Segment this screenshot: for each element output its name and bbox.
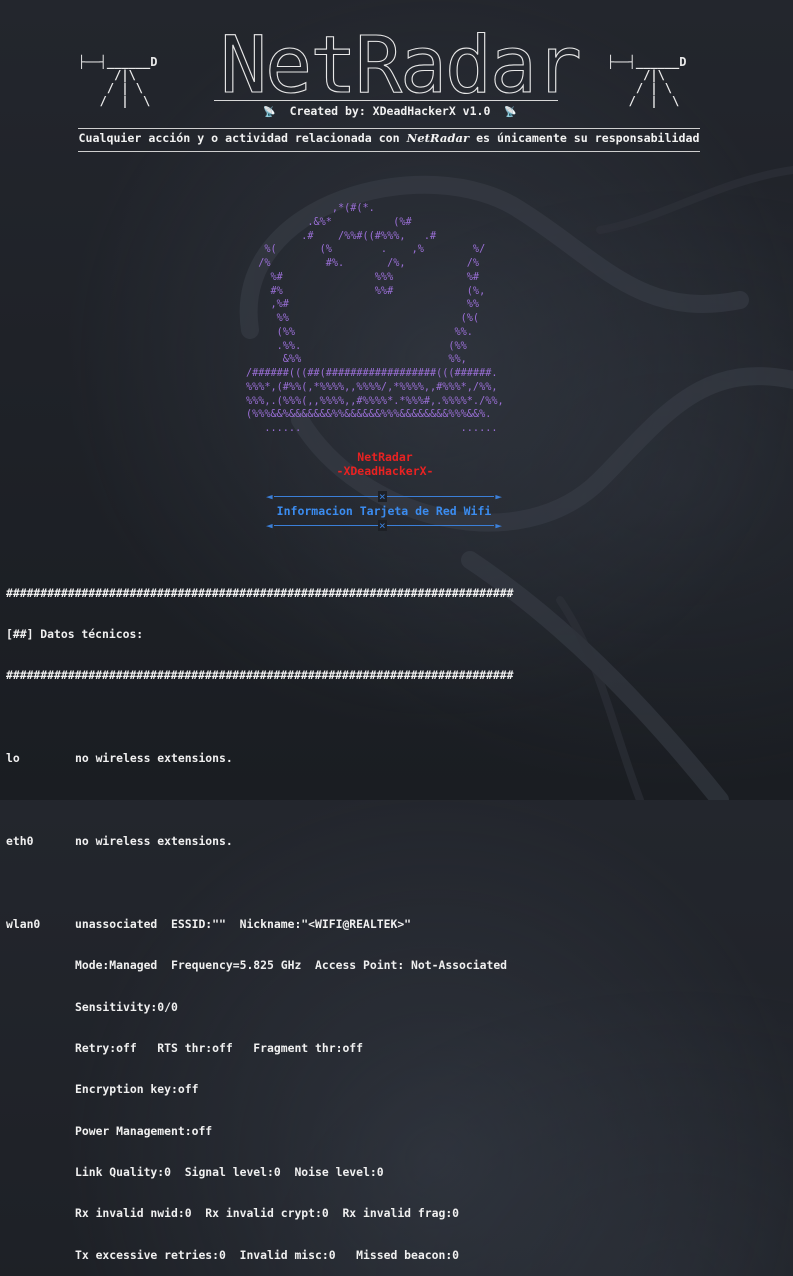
arrow-right-icon: ► <box>495 490 502 503</box>
cross-icon: × <box>378 490 387 503</box>
wlan0-detail: Mode:Managed Frequency=5.825 GHz Access … <box>6 958 786 973</box>
iface-row-eth0: eth0 no wireless extensions. <box>6 833 786 849</box>
wlan0-line: Rx invalid nwid:0 Rx invalid crypt:0 Rx … <box>75 1206 460 1221</box>
radar-ascii-art: ,*(#(*. .&%* (%# .# /%%#((#%%%, .# %( (%… <box>246 203 504 434</box>
info-title: Informacion Tarjeta de Red Wifi <box>276 504 492 518</box>
disclaimer-prefix: Cualquier acción y o actividad relaciona… <box>78 131 407 145</box>
section-title: [##] Datos técnicos: <box>6 626 144 641</box>
wlan0-detail: Link Quality:0 Signal level:0 Noise leve… <box>6 1165 786 1180</box>
logo-text: NetRadar <box>220 21 580 98</box>
wlan0-detail: Encryption key:off <box>6 1082 786 1097</box>
arrow-right-icon: ► <box>495 519 502 532</box>
wlan0-line: Link Quality:0 Signal level:0 Noise leve… <box>75 1165 384 1180</box>
wlan0-line: Sensitivity:0/0 <box>75 999 178 1014</box>
wlan0-line: Tx excessive retries:0 Invalid misc:0 Mi… <box>75 1247 460 1262</box>
wlan0-line: Power Management:off <box>75 1123 213 1138</box>
divider <box>78 151 700 152</box>
wlan0-line: Retry:off RTS thr:off Fragment thr:off <box>75 1040 364 1055</box>
created-by-line: 📡 Created by: XDeadHackerX v1.0 📡 <box>220 104 560 118</box>
antenna-tower-icon: ├──┤______D /|\ / | \ / | \ <box>607 55 687 108</box>
iface-row-lo: lo no wireless extensions. <box>6 751 786 766</box>
iface-name: eth0 <box>6 833 34 848</box>
disclaimer-brand: NetRadar <box>406 131 470 145</box>
wlan0-detail: Retry:off RTS thr:off Fragment thr:off <box>6 1040 786 1056</box>
iface-row-wlan0: wlan0 unassociated ESSID:"" Nickname:"<WI… <box>6 916 786 932</box>
netradar-logo: NetRadar <box>210 14 590 98</box>
logo-underline <box>214 100 558 101</box>
created-by-text: Created by: XDeadHackerX v1.0 <box>289 104 491 118</box>
separator-line: ########################################… <box>6 585 514 600</box>
antenna-tower-left: ├──┤______D /|\ / | \ / | \ <box>78 56 157 108</box>
wlan0-line: Mode:Managed Frequency=5.825 GHz Access … <box>75 958 508 973</box>
antenna-tower-right: ├──┤______D /|\ / | \ / | \ <box>607 56 686 108</box>
wlan0-line: unassociated ESSID:"" Nickname:"<WIFI@RE… <box>75 916 412 931</box>
satellite-icon: 📡 <box>263 107 276 118</box>
divider <box>78 128 700 129</box>
brand-author: -XDeadHackerX- <box>336 464 434 478</box>
terminal-output: ########################################… <box>6 559 786 1276</box>
wlan0-line: Encryption key:off <box>75 1082 199 1097</box>
separator-line: ########################################… <box>6 668 514 683</box>
antenna-tower-icon: ├──┤______D /|\ / | \ / | \ <box>78 55 158 108</box>
arrow-left-icon: ◄ <box>266 519 273 532</box>
wlan0-detail: Power Management:off <box>6 1123 786 1139</box>
arrow-left-icon: ◄ <box>266 490 273 503</box>
cross-icon: × <box>378 519 387 532</box>
iface-name: wlan0 <box>6 916 41 931</box>
wlan0-detail: Rx invalid nwid:0 Rx invalid crypt:0 Rx … <box>6 1207 786 1221</box>
disclaimer-text: Cualquier acción y o actividad relaciona… <box>78 131 700 145</box>
iface-value: no wireless extensions. <box>75 833 233 848</box>
satellite-icon: 📡 <box>504 107 517 118</box>
brand-name: NetRadar <box>357 450 413 464</box>
iface-value: no wireless extensions. <box>75 751 233 766</box>
wlan0-detail: Sensitivity:0/0 <box>6 999 786 1015</box>
brand-block: NetRadar -XDeadHackerX- <box>300 450 470 478</box>
wlan0-detail: Tx excessive retries:0 Invalid misc:0 Mi… <box>6 1247 786 1263</box>
iface-name: lo <box>6 751 20 766</box>
disclaimer-suffix: es únicamente su responsabilidad <box>469 131 700 145</box>
